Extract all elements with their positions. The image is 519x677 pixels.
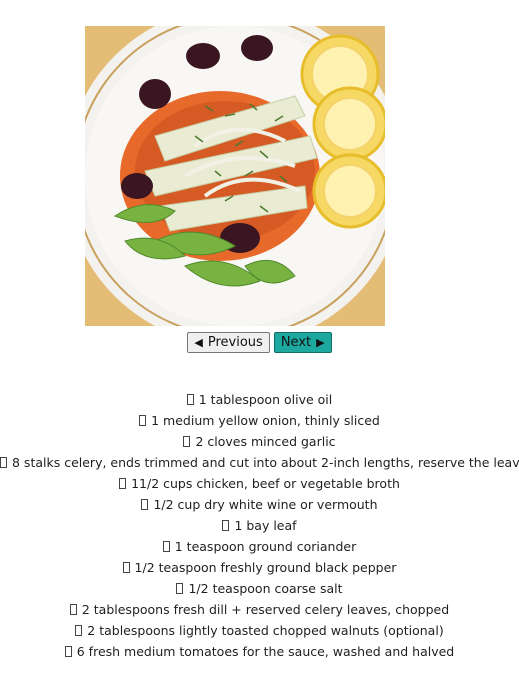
ingredient-item: 1/2 teaspoon coarse salt <box>0 578 519 599</box>
image-navigation: ◀ Previous Next ▶ <box>0 332 519 353</box>
ingredient-item: 6 fresh medium tomatoes for the sauce, w… <box>0 641 519 662</box>
missing-glyph-icon <box>141 499 149 510</box>
next-button[interactable]: Next ▶ <box>273 332 332 353</box>
previous-button-label: Previous <box>207 335 263 350</box>
missing-glyph-icon <box>186 394 194 405</box>
ingredient-list: 1 tablespoon olive oil 1 medium yellow o… <box>0 389 519 662</box>
missing-glyph-icon <box>183 436 191 447</box>
arrow-left-icon: ◀ <box>194 336 203 349</box>
next-button-label: Next <box>280 335 312 350</box>
missing-glyph-icon <box>64 646 72 657</box>
missing-glyph-icon <box>122 562 130 573</box>
missing-glyph-icon <box>0 457 7 468</box>
ingredient-item: 1 medium yellow onion, thinly sliced <box>0 410 519 431</box>
missing-glyph-icon <box>139 415 147 426</box>
ingredient-item: 2 tablespoons fresh dill + reserved cele… <box>0 599 519 620</box>
missing-glyph-icon <box>69 604 77 615</box>
ingredient-item: 1 teaspoon ground coriander <box>0 536 519 557</box>
ingredient-item: 1/2 cup dry white wine or vermouth <box>0 494 519 515</box>
ingredient-item: 2 cloves minced garlic <box>0 431 519 452</box>
ingredient-item: 1/2 teaspoon freshly ground black pepper <box>0 557 519 578</box>
missing-glyph-icon <box>119 478 127 489</box>
ingredient-item: 2 tablespoons lightly toasted chopped wa… <box>0 620 519 641</box>
ingredient-item: 1 bay leaf <box>0 515 519 536</box>
recipe-photo <box>85 26 385 326</box>
missing-glyph-icon <box>75 625 83 636</box>
missing-glyph-icon <box>222 520 230 531</box>
previous-button[interactable]: ◀ Previous <box>187 332 270 353</box>
missing-glyph-icon <box>162 541 170 552</box>
arrow-right-icon: ▶ <box>316 336 325 349</box>
ingredient-item: 8 stalks celery, ends trimmed and cut in… <box>0 452 519 473</box>
missing-glyph-icon <box>176 583 184 594</box>
ingredient-item: 1 tablespoon olive oil <box>0 389 519 410</box>
ingredient-item: 11/2 cups chicken, beef or vegetable bro… <box>0 473 519 494</box>
